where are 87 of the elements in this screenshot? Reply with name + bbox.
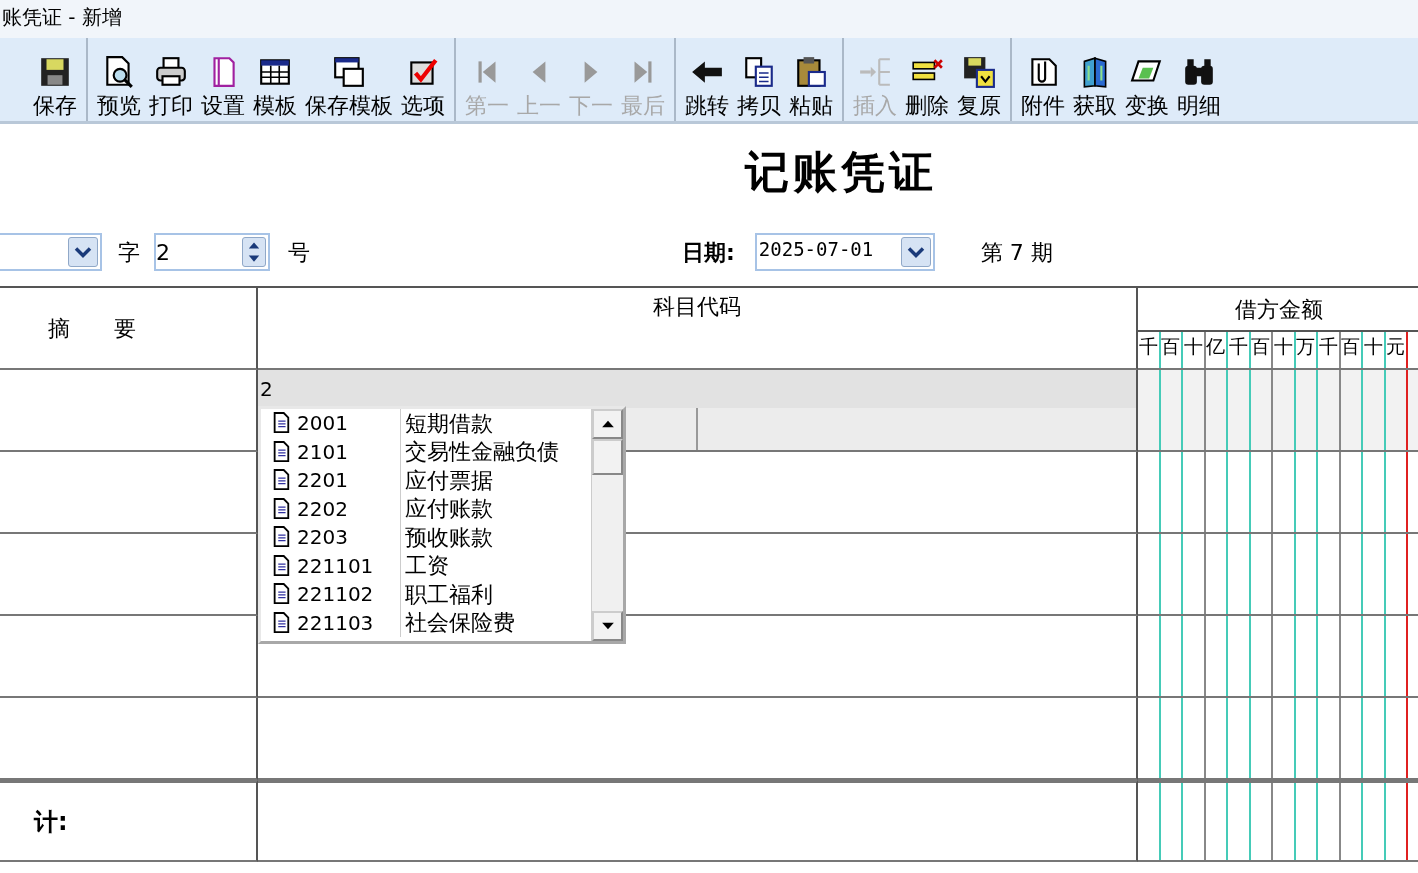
digit-header: 千: [1138, 335, 1158, 357]
account-code: 221103: [297, 609, 374, 637]
digit-header: 十: [1273, 335, 1293, 357]
scrollbar[interactable]: [591, 409, 623, 641]
field-label: 字: [118, 238, 140, 267]
digit-header: 亿: [1206, 335, 1226, 357]
insert-row-icon: [858, 55, 892, 89]
number-spinner[interactable]: 2: [154, 233, 270, 271]
list-item[interactable]: 221102 职工福利: [261, 580, 591, 609]
toolbar-button[interactable]: 选项: [398, 38, 448, 121]
digit-header: 十: [1363, 335, 1383, 357]
digit-header: 万: [1296, 335, 1316, 357]
scroll-down-button[interactable]: [592, 611, 623, 641]
date-picker[interactable]: 2025-07-01: [754, 233, 935, 271]
toolbar-button[interactable]: 明细: [1174, 38, 1224, 121]
toolbar-button[interactable]: 预览: [94, 38, 144, 121]
account-name: 工资: [404, 552, 449, 581]
toolbar-button[interactable]: 获取: [1070, 38, 1120, 121]
list-item[interactable]: 2203 预收账款: [261, 523, 591, 552]
toolbar-button[interactable]: 模板: [250, 38, 300, 121]
floppy-icon: [38, 55, 72, 89]
toolbar-button[interactable]: 打印: [146, 38, 196, 121]
account-code: 2001: [297, 410, 348, 438]
list-item[interactable]: 221101 工资: [261, 551, 591, 580]
list-item[interactable]: 221103 社会保险费: [261, 608, 591, 637]
list-item[interactable]: 2101 交易性金融负债: [261, 437, 591, 466]
digit-header: 百: [1251, 335, 1271, 357]
account-name: 社会保险费: [404, 609, 515, 638]
account-name: 预收账款: [404, 523, 493, 552]
account-code: 2201: [297, 467, 348, 495]
field-label: 日期:: [682, 238, 735, 267]
document-icon: [271, 610, 291, 635]
scroll-up-button[interactable]: [592, 409, 623, 439]
column-header: 科目代码: [653, 293, 741, 321]
column-header: 借方金额: [1235, 295, 1323, 324]
chevron-icon: [68, 237, 98, 267]
field-label: 号: [288, 238, 310, 267]
period-label: 第 7 期: [980, 238, 1053, 267]
table-copy-icon: [332, 55, 366, 89]
toolbar-button[interactable]: 设置: [198, 38, 248, 121]
scroll-thumb[interactable]: [592, 439, 623, 475]
clipboard-icon: [794, 55, 828, 89]
toolbar-button[interactable]: 粘贴: [786, 38, 836, 121]
account-code: 2202: [297, 495, 348, 523]
digit-header: 百: [1161, 335, 1181, 357]
toolbar-button[interactable]: 复原: [954, 38, 1004, 121]
digit-header: 千: [1228, 335, 1248, 357]
account-code: 221102: [297, 581, 374, 609]
document-icon: [271, 468, 291, 493]
list-item[interactable]: 2201 应付票据: [261, 466, 591, 495]
account-code: 2203: [297, 524, 348, 552]
digit-header: 百: [1341, 335, 1361, 357]
document-icon: [271, 582, 291, 607]
document-icon: [271, 553, 291, 578]
digit-header: 元: [1386, 335, 1406, 357]
copy-icon: [742, 55, 776, 89]
account-name: 应付账款: [404, 495, 493, 524]
spinner-arrows-icon: [242, 237, 266, 267]
document-icon: [271, 411, 291, 436]
toolbar-button[interactable]: 跳转: [682, 38, 732, 121]
toolbar-button[interactable]: 保存: [30, 38, 80, 121]
account-name: 职工福利: [404, 580, 493, 609]
input-field[interactable]: 2: [258, 370, 1136, 408]
toolbar-button[interactable]: 删除: [902, 38, 952, 121]
toolbar-button[interactable]: 变换: [1122, 38, 1172, 121]
digit-header: 千: [1318, 335, 1338, 357]
combo-box[interactable]: [0, 233, 102, 271]
digit-header: 十: [1183, 335, 1203, 357]
document-icon: [271, 439, 291, 464]
account-name: 短期借款: [404, 409, 493, 438]
total-label: 计:: [34, 806, 68, 838]
account-name: 应付票据: [404, 466, 493, 495]
toolbar-button[interactable]: 保存模板: [302, 38, 396, 121]
column-header: 摘 要: [48, 314, 136, 343]
chevron-icon: [900, 237, 931, 267]
account-code: 2101: [297, 438, 348, 466]
account-name: 交易性金融负债: [404, 438, 559, 467]
document-icon: [271, 496, 291, 521]
printer-icon: [154, 55, 188, 89]
voucher-title: 记账凭证: [745, 145, 937, 199]
account-code: 221101: [297, 552, 374, 580]
floppy-restore-icon: [962, 55, 996, 89]
window-title: 账凭证 - 新增: [1, 6, 122, 28]
list-item[interactable]: 2202 应付账款: [261, 494, 591, 523]
toolbar-button[interactable]: 拷贝: [734, 38, 784, 121]
document-icon: [271, 525, 291, 550]
toolbar-button[interactable]: 附件: [1018, 38, 1068, 121]
